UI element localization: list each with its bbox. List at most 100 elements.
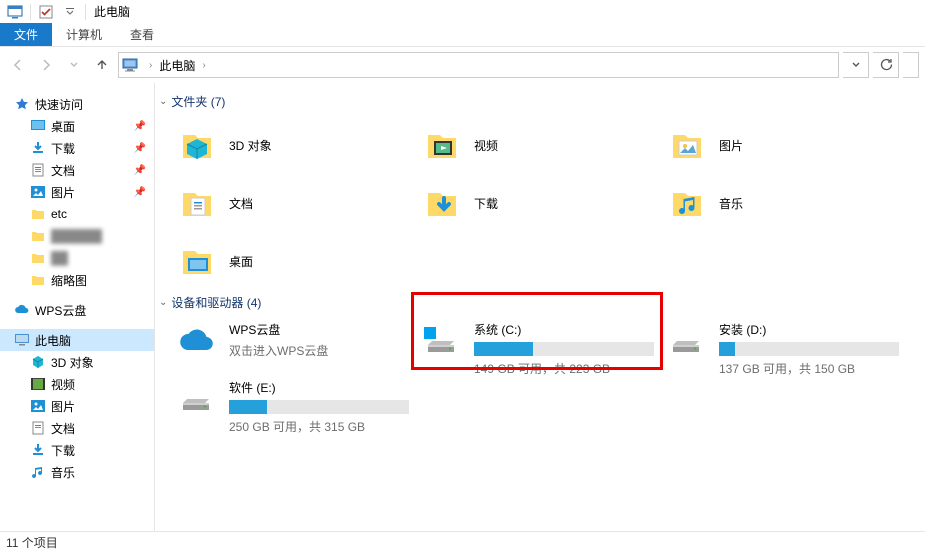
- sidebar-label: ██: [51, 251, 68, 265]
- video-icon: [422, 125, 462, 165]
- nav-row: › 此电脑 ›: [0, 47, 925, 83]
- sidebar-desktop[interactable]: 桌面 📌: [0, 115, 154, 137]
- sidebar-music[interactable]: 音乐: [0, 461, 154, 483]
- downloads-icon: [30, 442, 46, 458]
- section-folders-header[interactable]: ⌄ 文件夹 (7): [159, 93, 915, 110]
- folder-label: 音乐: [719, 195, 743, 212]
- ribbon-tabs: 文件 计算机 查看: [0, 23, 925, 47]
- sidebar-label: ██████: [51, 229, 102, 243]
- drive-name: 软件 (E:): [229, 379, 409, 396]
- video-icon: [30, 376, 46, 392]
- star-icon: [14, 96, 30, 112]
- sidebar-label: WPS云盘: [35, 302, 86, 319]
- documents-icon: [30, 162, 46, 178]
- window-title: 此电脑: [94, 3, 130, 20]
- tab-file[interactable]: 文件: [0, 23, 52, 46]
- folder-3d-objects[interactable]: 3D 对象: [159, 116, 404, 174]
- sidebar-documents2[interactable]: 文档: [0, 417, 154, 439]
- nav-sidebar: 快速访问 桌面📌 下载📌 文档📌 图片📌 etc: [0, 83, 155, 531]
- documents-icon: [177, 183, 217, 223]
- drive-sub: 149 GB 可用，共 223 GB: [474, 360, 654, 377]
- folder-documents[interactable]: 文档: [159, 174, 404, 232]
- folder-label: 文档: [229, 195, 253, 212]
- pin-icon: 📌: [134, 121, 146, 132]
- cloud-icon: [177, 321, 217, 361]
- sidebar-label: 视频: [51, 376, 75, 393]
- sidebar-pictures[interactable]: 图片📌: [0, 181, 154, 203]
- sidebar-wps[interactable]: WPS云盘: [0, 299, 154, 321]
- sidebar-label: 桌面: [51, 118, 75, 135]
- section-title: 文件夹 (7): [171, 93, 225, 110]
- sidebar-label: 下载: [51, 140, 75, 157]
- hdd-icon: [422, 321, 462, 361]
- sidebar-etc[interactable]: etc: [0, 203, 154, 225]
- drive-d[interactable]: 安装 (D:) 137 GB 可用，共 150 GB: [649, 317, 894, 375]
- drive-e[interactable]: 软件 (E:) 250 GB 可用，共 315 GB: [159, 375, 404, 433]
- chevron-right-icon[interactable]: ›: [145, 60, 156, 71]
- sidebar-3d-objects[interactable]: 3D 对象: [0, 351, 154, 373]
- sidebar-pictures2[interactable]: 图片: [0, 395, 154, 417]
- pc-icon: [14, 332, 30, 348]
- folder-pictures[interactable]: 图片: [649, 116, 894, 174]
- section-title: 设备和驱动器 (4): [171, 294, 261, 311]
- address-dropdown-button[interactable]: [843, 52, 869, 78]
- folder-music[interactable]: 音乐: [649, 174, 894, 232]
- pin-icon: 📌: [134, 165, 146, 176]
- sidebar-downloads2[interactable]: 下载: [0, 439, 154, 461]
- folder-videos[interactable]: 视频: [404, 116, 649, 174]
- tab-view[interactable]: 查看: [116, 23, 168, 46]
- sidebar-label: etc: [51, 207, 67, 221]
- sidebar-quick-access[interactable]: 快速访问: [0, 93, 154, 115]
- folder-icon: [30, 228, 46, 244]
- sidebar-label: 3D 对象: [51, 354, 94, 371]
- sidebar-videos[interactable]: 视频: [0, 373, 154, 395]
- sidebar-label: 快速访问: [35, 96, 83, 113]
- forward-button[interactable]: [34, 53, 58, 77]
- desktop-icon: [30, 118, 46, 134]
- refresh-button[interactable]: [873, 52, 899, 78]
- sidebar-label: 此电脑: [35, 332, 71, 349]
- chevron-right-icon[interactable]: ›: [198, 60, 209, 71]
- sidebar-redacted[interactable]: ██████: [0, 225, 154, 247]
- drive-c[interactable]: 系统 (C:) 149 GB 可用，共 223 GB: [404, 317, 649, 375]
- address-bar[interactable]: › 此电脑 ›: [118, 52, 839, 78]
- folder-downloads[interactable]: 下载: [404, 174, 649, 232]
- qat-dropdown-icon[interactable]: [59, 1, 81, 23]
- music-icon: [30, 464, 46, 480]
- sidebar-downloads[interactable]: 下载📌: [0, 137, 154, 159]
- back-button[interactable]: [6, 53, 30, 77]
- drive-wps[interactable]: WPS云盘 双击进入WPS云盘: [159, 317, 404, 375]
- sidebar-label: 音乐: [51, 464, 75, 481]
- up-button[interactable]: [90, 53, 114, 77]
- sidebar-thumbnails[interactable]: 缩略图: [0, 269, 154, 291]
- section-drives-header[interactable]: ⌄ 设备和驱动器 (4): [159, 294, 915, 311]
- recent-dropdown[interactable]: [62, 53, 86, 77]
- drive-name: 系统 (C:): [474, 321, 654, 338]
- search-box[interactable]: [903, 52, 919, 78]
- folder-label: 3D 对象: [229, 137, 272, 154]
- drive-sub: 137 GB 可用，共 150 GB: [719, 360, 899, 377]
- qat-app-icon[interactable]: [4, 1, 26, 23]
- sidebar-label: 缩略图: [51, 272, 87, 289]
- address-pc-icon: [121, 55, 141, 75]
- desktop-icon: [177, 241, 217, 281]
- qat-properties-icon[interactable]: [35, 1, 57, 23]
- drive-name: 安装 (D:): [719, 321, 899, 338]
- chevron-down-icon: ⌄: [159, 297, 167, 308]
- sidebar-this-pc[interactable]: 此电脑: [0, 329, 154, 351]
- sidebar-label: 文档: [51, 420, 75, 437]
- documents-icon: [30, 420, 46, 436]
- sidebar-label: 下载: [51, 442, 75, 459]
- pictures-icon: [667, 125, 707, 165]
- tab-computer[interactable]: 计算机: [52, 23, 116, 46]
- sidebar-redacted[interactable]: ██: [0, 247, 154, 269]
- hdd-icon: [177, 379, 217, 419]
- cube-icon: [30, 354, 46, 370]
- status-bar: 11 个项目: [0, 531, 925, 553]
- downloads-icon: [30, 140, 46, 156]
- drive-capacity-bar: [474, 342, 654, 356]
- sidebar-documents[interactable]: 文档📌: [0, 159, 154, 181]
- folder-desktop[interactable]: 桌面: [159, 232, 404, 290]
- breadcrumb-this-pc[interactable]: 此电脑: [156, 57, 198, 74]
- drive-fill: [719, 342, 735, 356]
